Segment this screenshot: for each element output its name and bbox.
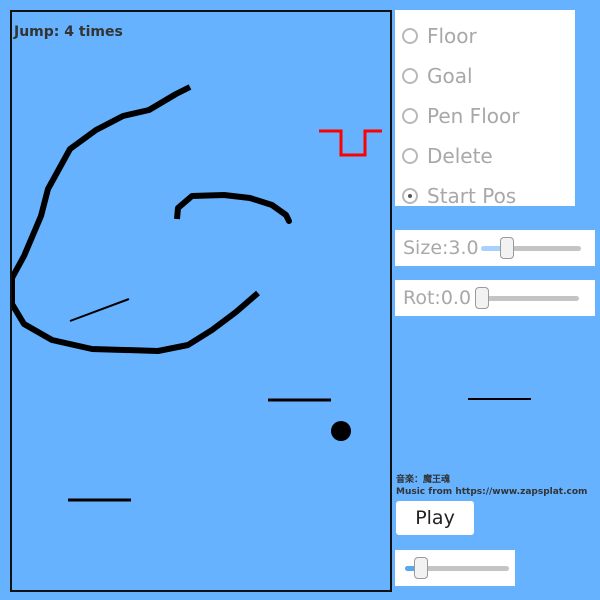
volume-slider-row <box>395 550 515 586</box>
mode-label: Floor <box>427 24 477 48</box>
size-slider-thumb[interactable] <box>499 236 514 259</box>
volume-slider[interactable] <box>405 557 509 579</box>
radio-icon <box>402 148 418 164</box>
radio-icon <box>402 68 418 84</box>
size-slider-row: Size:3.0 <box>395 230 595 266</box>
mode-label: Delete <box>427 144 493 168</box>
mode-label: Pen Floor <box>427 104 520 128</box>
volume-slider-thumb[interactable] <box>414 557 428 579</box>
mode-option-start-pos[interactable]: Start Pos <box>395 176 575 216</box>
floor-line-diagonal <box>69 298 130 322</box>
mode-option-goal[interactable]: Goal <box>395 56 575 96</box>
mode-option-pen-floor[interactable]: Pen Floor <box>395 96 575 136</box>
size-label: Size:3.0 <box>403 237 479 259</box>
goal-marker <box>319 129 382 157</box>
mode-radio-group: Floor Goal Pen Floor Delete Start Pos <box>395 10 575 208</box>
drawing-layer <box>12 84 382 502</box>
floor-segment-outside <box>468 398 531 400</box>
play-button[interactable]: Play <box>396 501 474 535</box>
mode-option-floor[interactable]: Floor <box>395 16 575 56</box>
size-slider[interactable] <box>480 236 581 259</box>
rot-slider[interactable] <box>475 286 580 309</box>
radio-icon <box>402 28 418 44</box>
game-canvas[interactable]: Jump: 4 times <box>10 10 392 592</box>
credit-music-jp: 音楽：魔王魂 <box>396 475 451 485</box>
mode-option-delete[interactable]: Delete <box>395 136 575 176</box>
ball <box>331 421 351 441</box>
mode-label: Start Pos <box>427 184 517 208</box>
radio-selected-icon <box>402 188 418 204</box>
credit-music-en: Music from https://www.zapsplat.com <box>396 487 588 497</box>
mode-label: Goal <box>427 64 473 88</box>
rot-slider-row: Rot:0.0 <box>395 280 595 316</box>
rot-label: Rot:0.0 <box>403 287 472 309</box>
rot-slider-thumb[interactable] <box>475 286 490 309</box>
pen-floor-stroke-arc <box>174 192 292 224</box>
radio-icon <box>402 108 418 124</box>
pen-floor-stroke-large <box>12 84 260 354</box>
jump-counter: Jump: 4 times <box>14 24 123 40</box>
